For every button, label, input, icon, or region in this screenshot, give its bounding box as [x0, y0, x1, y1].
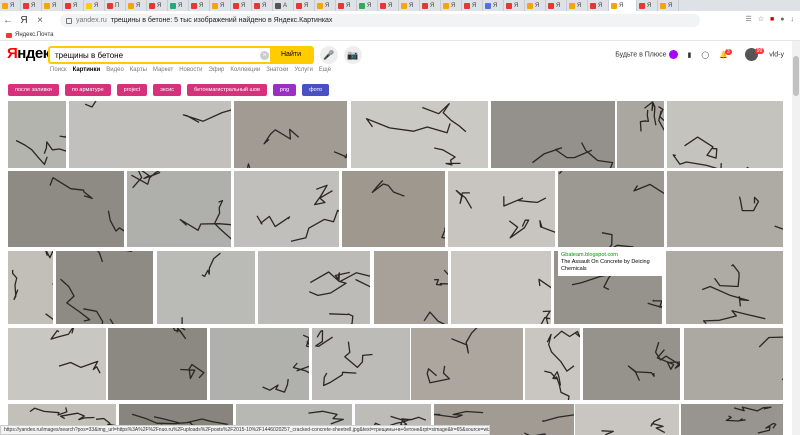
image-tooltip: Gbateam.blogspot.com The Assault On Conc…: [558, 250, 664, 276]
image-thumbnail[interactable]: [666, 251, 783, 324]
image-thumbnail[interactable]: [374, 251, 448, 324]
image-thumbnail[interactable]: [8, 328, 106, 400]
image-thumbnail[interactable]: [127, 171, 231, 247]
image-thumbnail[interactable]: [157, 251, 255, 324]
image-thumbnail[interactable]: [8, 101, 66, 168]
status-bar: https://yandex.ru/images/search?pos=33&i…: [0, 425, 490, 435]
image-thumbnail[interactable]: [558, 171, 664, 247]
image-thumbnail[interactable]: [108, 328, 207, 400]
image-thumbnail[interactable]: [575, 404, 679, 435]
image-thumbnail[interactable]: [69, 101, 231, 168]
image-thumbnail[interactable]: [8, 171, 124, 247]
image-thumbnail[interactable]: [667, 171, 783, 247]
image-thumbnail[interactable]: [451, 251, 551, 324]
image-thumbnail[interactable]: [617, 101, 664, 168]
image-thumbnail[interactable]: [681, 404, 783, 435]
image-thumbnail[interactable]: [234, 171, 339, 247]
image-thumbnail[interactable]: [312, 328, 410, 400]
image-thumbnail[interactable]: [411, 328, 523, 400]
image-thumbnail[interactable]: [234, 101, 347, 168]
tooltip-title: The Assault On Concrete by Deicing Chemi…: [561, 259, 650, 273]
image-thumbnail[interactable]: [210, 328, 309, 400]
image-thumbnail[interactable]: [583, 328, 680, 400]
image-thumbnail[interactable]: [351, 101, 488, 168]
image-thumbnail[interactable]: [258, 251, 370, 324]
image-thumbnail[interactable]: [667, 101, 783, 168]
scrollbar-thumb[interactable]: [793, 56, 799, 96]
image-thumbnail[interactable]: [342, 171, 445, 247]
image-thumbnail[interactable]: [491, 101, 615, 168]
image-thumbnail[interactable]: [56, 251, 153, 324]
image-thumbnail[interactable]: [525, 328, 580, 400]
image-results: [0, 0, 800, 435]
image-thumbnail[interactable]: [8, 251, 53, 324]
image-thumbnail[interactable]: [448, 171, 555, 247]
scrollbar[interactable]: [792, 41, 800, 435]
image-thumbnail[interactable]: [684, 328, 783, 400]
tooltip-source[interactable]: Gbateam.blogspot.com: [561, 252, 661, 259]
